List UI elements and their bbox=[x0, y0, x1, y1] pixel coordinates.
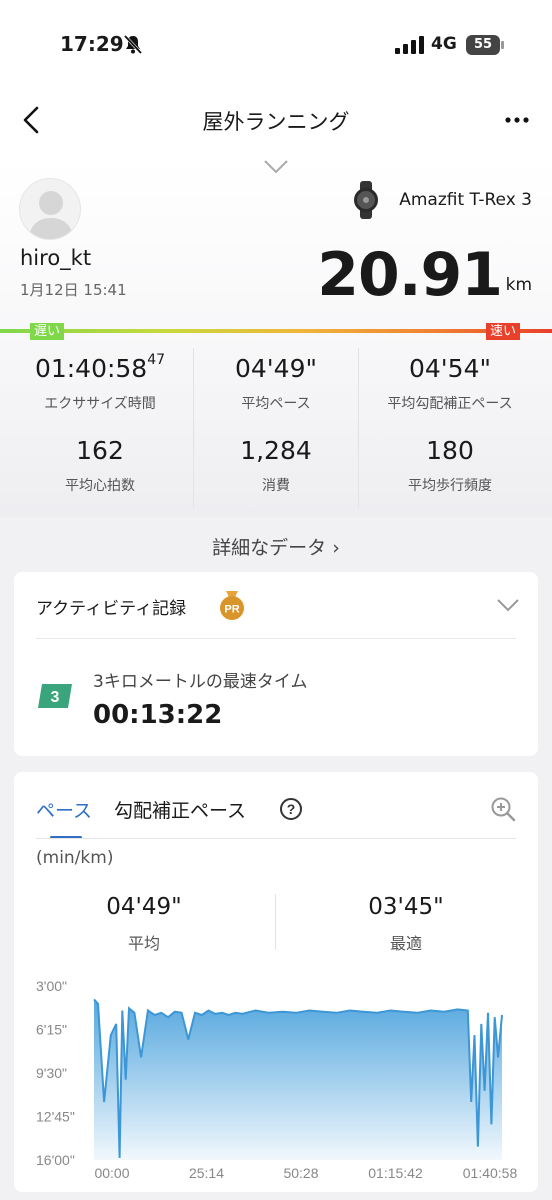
stat-calories: 1,284 消費 bbox=[186, 436, 366, 495]
tab-pace[interactable]: ペース bbox=[36, 796, 92, 823]
pace-area bbox=[94, 999, 502, 1160]
activity-record-card: アクティビティ記録 PR 3 3キロメートルの最速タイム 00:13:22 bbox=[14, 572, 538, 756]
slow-label: 遅い bbox=[30, 323, 65, 340]
chevron-down-icon[interactable] bbox=[496, 597, 520, 613]
rank-badge: 3 bbox=[38, 684, 72, 708]
record-label: 3キロメートルの最速タイム bbox=[93, 672, 308, 692]
x-tick-label: 50:28 bbox=[283, 1165, 318, 1181]
fast-label: 速い bbox=[486, 323, 521, 340]
stat-label: 平均ペース bbox=[241, 396, 311, 412]
nav-bar: 屋外ランニング bbox=[0, 80, 552, 158]
stat-value-fraction: 47 bbox=[147, 352, 166, 368]
rank-number: 3 bbox=[51, 689, 60, 706]
battery-icon: 55 bbox=[466, 35, 504, 55]
stat-label: 平均心拍数 bbox=[65, 478, 135, 494]
bell-muted-icon bbox=[123, 34, 143, 55]
stat-label: 平均歩行頻度 bbox=[408, 478, 492, 494]
pace-chart-card: ペース 勾配補正ペース ? (min/km) 04'49" 平均 03'45" … bbox=[14, 772, 538, 1192]
y-tick-label: 12'45" bbox=[36, 1109, 75, 1125]
stat-avg-pace: 04'49" 平均ペース bbox=[186, 354, 366, 413]
user-silhouette-icon bbox=[28, 191, 74, 239]
pace-gradient-bar bbox=[0, 329, 552, 333]
best-pace-value: 03'45" bbox=[368, 894, 444, 920]
avatar[interactable] bbox=[19, 178, 81, 240]
signal-icon bbox=[395, 36, 424, 54]
device-name: Amazfit T-Rex 3 bbox=[399, 190, 532, 210]
y-tick-label: 9'30" bbox=[36, 1065, 67, 1081]
stat-grade-adjusted-pace: 04'54" 平均勾配補正ペース bbox=[360, 354, 540, 413]
avg-pace-label: 平均 bbox=[127, 934, 160, 953]
workout-summary: hiro_kt 1月12日 15:41 Amazfit T-Rex 3 20.9… bbox=[0, 158, 552, 559]
x-tick-label: 01:15:42 bbox=[368, 1165, 423, 1181]
x-tick-label: 00:00 bbox=[94, 1165, 129, 1181]
stat-value: 180 bbox=[426, 436, 474, 465]
x-tick-label: 25:14 bbox=[189, 1165, 224, 1181]
username: hiro_kt bbox=[20, 246, 92, 270]
tab-divider bbox=[36, 838, 516, 839]
stat-label: 平均勾配補正ペース bbox=[387, 396, 513, 412]
y-tick-label: 16'00" bbox=[36, 1152, 75, 1168]
avg-pace-value: 04'49" bbox=[106, 894, 182, 920]
stat-label: エクササイズ時間 bbox=[44, 396, 156, 412]
y-tick-label: 6'15" bbox=[36, 1022, 67, 1038]
stat-avg-cadence: 180 平均歩行頻度 bbox=[360, 436, 540, 495]
status-time: 17:29 bbox=[60, 32, 124, 56]
network-type: 4G bbox=[431, 34, 457, 54]
stat-avg-heart-rate: 162 平均心拍数 bbox=[10, 436, 190, 495]
stat-exercise-time: 01:40:5847 エクササイズ時間 bbox=[10, 352, 190, 413]
stat-value: 01:40:58 bbox=[34, 354, 148, 383]
x-tick-label: 01:40:58 bbox=[463, 1165, 518, 1181]
stat-value: 04'49" bbox=[235, 354, 317, 383]
help-icon[interactable]: ? bbox=[279, 797, 303, 821]
pace-area-chart[interactable]: 3'00" 6'15" 9'30" 12'45" 16'00" 00:00 25:14 50… bbox=[14, 972, 538, 1192]
distance-unit: km bbox=[505, 275, 532, 295]
chevron-down-icon[interactable] bbox=[262, 158, 290, 176]
pace-unit-label: (min/km) bbox=[36, 848, 114, 868]
detailed-data-link[interactable]: 詳細なデータ › bbox=[0, 533, 552, 560]
summary-divider bbox=[275, 894, 276, 950]
stat-value: 162 bbox=[76, 436, 124, 465]
y-tick-label: 3'00" bbox=[36, 978, 67, 994]
tab-grade-adjusted-pace[interactable]: 勾配補正ペース bbox=[114, 796, 246, 823]
pr-badge-text: PR bbox=[224, 604, 239, 616]
battery-level: 55 bbox=[473, 37, 493, 52]
status-bar: 17:29 4G 55 bbox=[0, 0, 552, 80]
card-divider bbox=[36, 638, 516, 639]
workout-datetime: 1月12日 15:41 bbox=[20, 281, 127, 299]
page-title: 屋外ランニング bbox=[202, 110, 350, 134]
svg-text:?: ? bbox=[287, 801, 296, 817]
stat-label: 消費 bbox=[262, 478, 290, 494]
pr-medal-icon: PR bbox=[218, 591, 246, 621]
best-pace-label: 最適 bbox=[389, 934, 422, 953]
distance-value: 20.91 bbox=[317, 240, 503, 310]
stat-value: 04'54" bbox=[409, 354, 491, 383]
more-options-icon[interactable] bbox=[497, 106, 537, 134]
stat-value: 1,284 bbox=[240, 436, 312, 465]
activity-record-title: アクティビティ記録 bbox=[36, 599, 187, 619]
watch-icon bbox=[354, 181, 378, 219]
zoom-in-icon[interactable] bbox=[490, 796, 516, 822]
record-value: 00:13:22 bbox=[93, 700, 223, 730]
